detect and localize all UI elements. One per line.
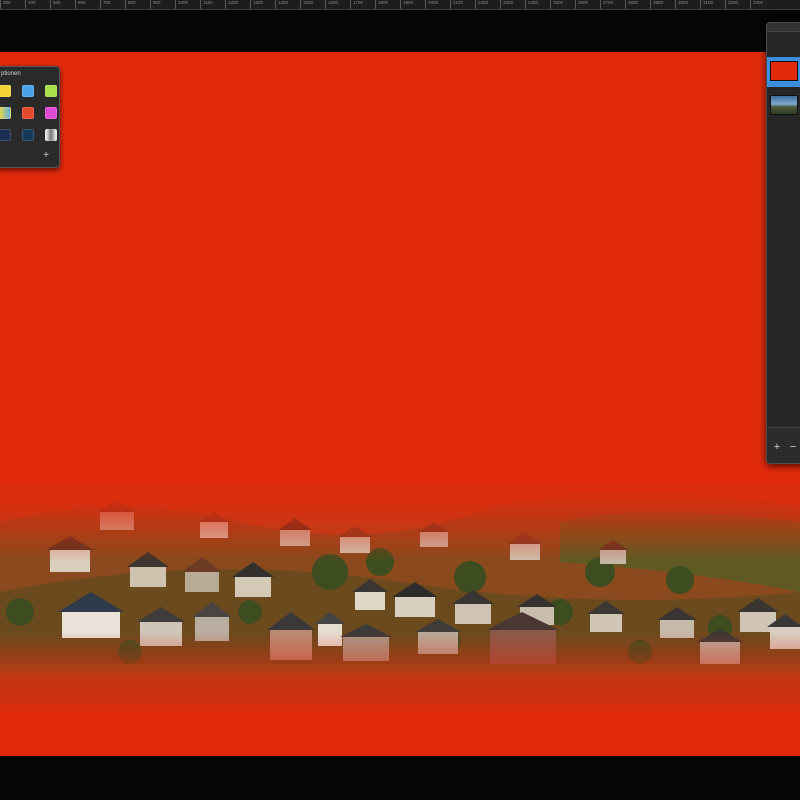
ruler-tick: 3300 <box>750 0 775 9</box>
ruler-tick: 3000 <box>675 0 700 9</box>
ruler-tick-label: 500 <box>53 0 61 5</box>
ruler-tick-label: 2400 <box>528 0 539 5</box>
ruler-tick-label: 1800 <box>378 0 389 5</box>
layer-item-color-fill[interactable] <box>767 57 800 87</box>
image-canvas[interactable] <box>0 52 800 756</box>
ruler-tick: 1700 <box>350 0 375 9</box>
ruler-tick: 1400 <box>275 0 300 9</box>
layer-item-village-photo[interactable] <box>767 91 800 121</box>
swatches-panel: ptionen + <box>0 66 60 168</box>
ruler-tick: 1800 <box>375 0 400 9</box>
swatch-dark-blue[interactable] <box>22 129 34 141</box>
ruler-tick-label: 2000 <box>428 0 439 5</box>
add-layer-button[interactable]: + <box>772 442 782 453</box>
ruler-tick-label: 300 <box>3 0 11 5</box>
ruler-tick: 3200 <box>725 0 750 9</box>
ruler-tick-label: 700 <box>103 0 111 5</box>
layers-panel-header[interactable] <box>767 23 800 32</box>
ruler-tick-label: 1600 <box>328 0 339 5</box>
ruler-tick-label: 2100 <box>453 0 464 5</box>
ruler-tick-label: 600 <box>78 0 86 5</box>
swatch-gray-gradient[interactable] <box>45 129 57 141</box>
ruler-tick: 1900 <box>400 0 425 9</box>
ruler-tick-label: 1900 <box>403 0 414 5</box>
ruler-tick: 2200 <box>475 0 500 9</box>
ruler-tick-label: 800 <box>128 0 136 5</box>
ruler-tick: 2700 <box>600 0 625 9</box>
ruler-tick: 3100 <box>700 0 725 9</box>
ruler-tick: 900 <box>150 0 175 9</box>
ruler-tick: 2300 <box>500 0 525 9</box>
swatch-yellow[interactable] <box>0 85 11 97</box>
ruler-tick: 1200 <box>225 0 250 9</box>
ruler-tick: 600 <box>75 0 100 9</box>
ruler-tick-label: 1300 <box>253 0 264 5</box>
ruler-tick-label: 3200 <box>728 0 739 5</box>
ruler-tick-label: 2500 <box>553 0 564 5</box>
layers-panel: + − <box>766 22 800 464</box>
ruler-tick: 400 <box>25 0 50 9</box>
ruler-tick: 800 <box>125 0 150 9</box>
ruler-tick-label: 1100 <box>203 0 213 5</box>
ruler-tick: 2800 <box>625 0 650 9</box>
ruler-tick: 2500 <box>550 0 575 9</box>
ruler-tick-label: 2700 <box>603 0 614 5</box>
ruler-tick: 1000 <box>175 0 200 9</box>
ruler-tick-label: 2900 <box>653 0 664 5</box>
ruler-tick-label: 3300 <box>753 0 764 5</box>
ruler-tick: 1100 <box>200 0 225 9</box>
ruler-tick-label: 900 <box>153 0 161 5</box>
swatch-magenta[interactable] <box>45 107 57 119</box>
remove-layer-button[interactable]: − <box>788 442 798 453</box>
layer-thumbnail <box>770 61 798 81</box>
swatch-blue[interactable] <box>22 85 34 97</box>
ruler-tick-label: 1700 <box>353 0 364 5</box>
layers-panel-footer: + − <box>767 427 800 463</box>
gradient-fade-top <box>0 467 800 562</box>
ruler-tick: 1600 <box>325 0 350 9</box>
ruler-tick-label: 2800 <box>628 0 639 5</box>
ruler-tick: 2600 <box>575 0 600 9</box>
toolbar-area <box>0 10 800 52</box>
ruler-tick-label: 3100 <box>703 0 714 5</box>
swatches-panel-title: ptionen <box>1 71 21 77</box>
swatch-navy[interactable] <box>0 129 11 141</box>
ruler-tick: 700 <box>100 0 125 9</box>
status-area <box>0 756 800 800</box>
ruler-tick-label: 3000 <box>678 0 689 5</box>
ruler-tick: 2400 <box>525 0 550 9</box>
ruler-tick: 2900 <box>650 0 675 9</box>
ruler-tick-label: 1200 <box>228 0 239 5</box>
horizontal-ruler[interactable]: 300 400 500 600 700 800 900 1000 1100 1200 1300 140… <box>0 0 800 10</box>
ruler-tick: 300 <box>0 0 25 9</box>
swatch-gradient[interactable] <box>0 107 11 119</box>
ruler-tick: 1500 <box>300 0 325 9</box>
ruler-tick: 2000 <box>425 0 450 9</box>
ruler-tick-label: 2200 <box>478 0 489 5</box>
layer-thumbnail <box>770 95 798 115</box>
gradient-fade-bottom <box>0 632 800 756</box>
ruler-tick: 2100 <box>450 0 475 9</box>
swatch-green[interactable] <box>45 85 57 97</box>
swatch-red[interactable] <box>22 107 34 119</box>
add-swatch-button[interactable]: + <box>41 151 51 161</box>
ruler-tick: 500 <box>50 0 75 9</box>
ruler-tick-label: 1400 <box>278 0 289 5</box>
ruler-tick-label: 1500 <box>303 0 314 5</box>
ruler-tick: 1300 <box>250 0 275 9</box>
ruler-tick-label: 1000 <box>178 0 189 5</box>
ruler-tick-label: 2600 <box>578 0 589 5</box>
ruler-tick-label: 2300 <box>503 0 514 5</box>
ruler-tick-label: 400 <box>28 0 36 5</box>
